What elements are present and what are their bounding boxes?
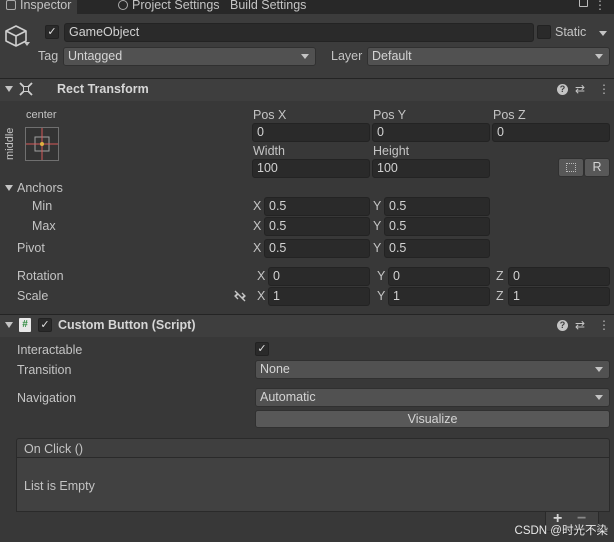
- icon-dropdown-arrow[interactable]: [24, 42, 30, 46]
- chevron-down-icon: [595, 367, 603, 372]
- scale-y-field[interactable]: 1: [388, 287, 490, 306]
- component-menu-icon[interactable]: ⋮: [598, 319, 610, 331]
- scale-y-axis: Y: [377, 289, 386, 303]
- scale-z-field[interactable]: 1: [508, 287, 610, 306]
- gear-icon: [118, 0, 128, 10]
- list-empty-label: List is Empty: [24, 479, 95, 493]
- blueprint-icon: [566, 163, 576, 172]
- scale-x-field[interactable]: 1: [268, 287, 370, 306]
- custom-button-title: Custom Button (Script): [58, 318, 196, 332]
- width-field[interactable]: 100: [252, 159, 370, 178]
- rect-transform-title: Rect Transform: [57, 82, 149, 96]
- anchor-min-y-field[interactable]: 0.5: [384, 197, 490, 216]
- layer-dropdown[interactable]: Default: [367, 47, 610, 66]
- static-checkbox[interactable]: [537, 25, 551, 39]
- component-menu-icon[interactable]: ⋮: [598, 83, 610, 95]
- blueprint-mode-button[interactable]: [558, 158, 584, 177]
- navigation-dropdown[interactable]: Automatic: [255, 388, 610, 407]
- rotation-y-axis: Y: [377, 269, 386, 283]
- rect-transform-icon: [19, 82, 33, 96]
- anchors-foldout-arrow-icon[interactable]: [5, 185, 13, 191]
- height-label: Height: [373, 144, 410, 158]
- anchor-max-y-axis: Y: [373, 219, 382, 233]
- anchor-min-y-axis: Y: [373, 199, 382, 213]
- anchor-min-x-axis: X: [253, 199, 262, 213]
- constrain-proportions-icon[interactable]: [233, 290, 247, 302]
- scale-label: Scale: [17, 289, 49, 303]
- foldout-arrow-icon[interactable]: [5, 322, 13, 328]
- pivot-label: Pivot: [17, 241, 45, 255]
- anchor-preset-vertical-label: middle: [4, 127, 16, 160]
- pivot-x-axis: X: [253, 241, 262, 255]
- transition-label: Transition: [17, 363, 72, 377]
- anchor-max-x-axis: X: [253, 219, 262, 233]
- foldout-arrow-icon[interactable]: [5, 86, 13, 92]
- component-enabled-checkbox[interactable]: ✓: [38, 318, 52, 332]
- anchor-min-label: Min: [32, 199, 53, 213]
- tag-dropdown[interactable]: Untagged: [63, 47, 316, 66]
- chevron-down-icon: [595, 54, 603, 59]
- scale-x-axis: X: [257, 289, 266, 303]
- tab-bar: Inspector Project Settings Build Setting…: [0, 0, 614, 14]
- tag-label: Tag: [38, 49, 59, 63]
- script-icon: #: [19, 318, 31, 332]
- tab-project-settings[interactable]: Project Settings: [112, 0, 226, 14]
- anchor-min-x-field[interactable]: 0.5: [264, 197, 370, 216]
- tab-inspector[interactable]: Inspector: [0, 0, 78, 14]
- anchor-max-label: Max: [32, 219, 56, 233]
- static-label: Static: [555, 25, 587, 39]
- anchor-max-y-field[interactable]: 0.5: [384, 217, 490, 236]
- anchor-presets-button[interactable]: [25, 127, 59, 161]
- static-dropdown-arrow[interactable]: [599, 31, 607, 36]
- anchor-crosshair-icon: [26, 128, 58, 160]
- rotation-z-axis: Z: [496, 269, 504, 283]
- rotation-x-field[interactable]: 0: [268, 267, 370, 286]
- raw-edit-button[interactable]: R: [584, 158, 610, 177]
- presets-icon[interactable]: ⇄: [575, 82, 585, 96]
- presets-icon[interactable]: ⇄: [575, 318, 585, 332]
- help-icon[interactable]: ?: [557, 84, 568, 95]
- pos-z-label: Pos Z: [493, 108, 526, 122]
- pos-x-label: Pos X: [253, 108, 287, 122]
- height-field[interactable]: 100: [372, 159, 490, 178]
- pos-x-field[interactable]: 0: [252, 123, 370, 142]
- rotation-y-field[interactable]: 0: [388, 267, 490, 286]
- pos-z-field[interactable]: 0: [492, 123, 610, 142]
- pos-y-field[interactable]: 0: [372, 123, 490, 142]
- more-options-icon[interactable]: ⋮: [594, 0, 606, 11]
- active-checkbox[interactable]: ✓: [45, 25, 59, 39]
- layer-label: Layer: [331, 49, 363, 63]
- chevron-down-icon: [595, 395, 603, 400]
- rotation-z-field[interactable]: 0: [508, 267, 610, 286]
- visualize-button[interactable]: Visualize: [255, 410, 610, 428]
- transition-dropdown[interactable]: None: [255, 360, 610, 379]
- rotation-label: Rotation: [17, 269, 64, 283]
- navigation-label: Navigation: [17, 391, 77, 405]
- pos-y-label: Pos Y: [373, 108, 407, 122]
- anchors-label: Anchors: [17, 181, 63, 195]
- help-icon[interactable]: ?: [557, 320, 568, 331]
- tab-build-settings[interactable]: Build Settings: [224, 0, 312, 14]
- interactable-checkbox[interactable]: ✓: [255, 342, 269, 356]
- rotation-x-axis: X: [257, 269, 266, 283]
- interactable-label: Interactable: [17, 343, 83, 357]
- watermark-text: CSDN @时光不染: [514, 525, 608, 537]
- pivot-x-field[interactable]: 0.5: [264, 239, 370, 258]
- onclick-header: [16, 438, 610, 458]
- info-icon: [6, 0, 16, 10]
- anchor-max-x-field[interactable]: 0.5: [264, 217, 370, 236]
- anchor-preset-horizontal-label: center: [26, 109, 57, 121]
- chevron-down-icon: [301, 54, 309, 59]
- onclick-label: On Click (): [24, 442, 84, 456]
- pivot-y-axis: Y: [373, 241, 382, 255]
- scale-z-axis: Z: [496, 289, 504, 303]
- pivot-y-field[interactable]: 0.5: [384, 239, 490, 258]
- onclick-list-body: [16, 458, 610, 512]
- name-field[interactable]: GameObject: [64, 23, 534, 42]
- width-label: Width: [253, 144, 285, 158]
- lock-icon[interactable]: [579, 0, 588, 7]
